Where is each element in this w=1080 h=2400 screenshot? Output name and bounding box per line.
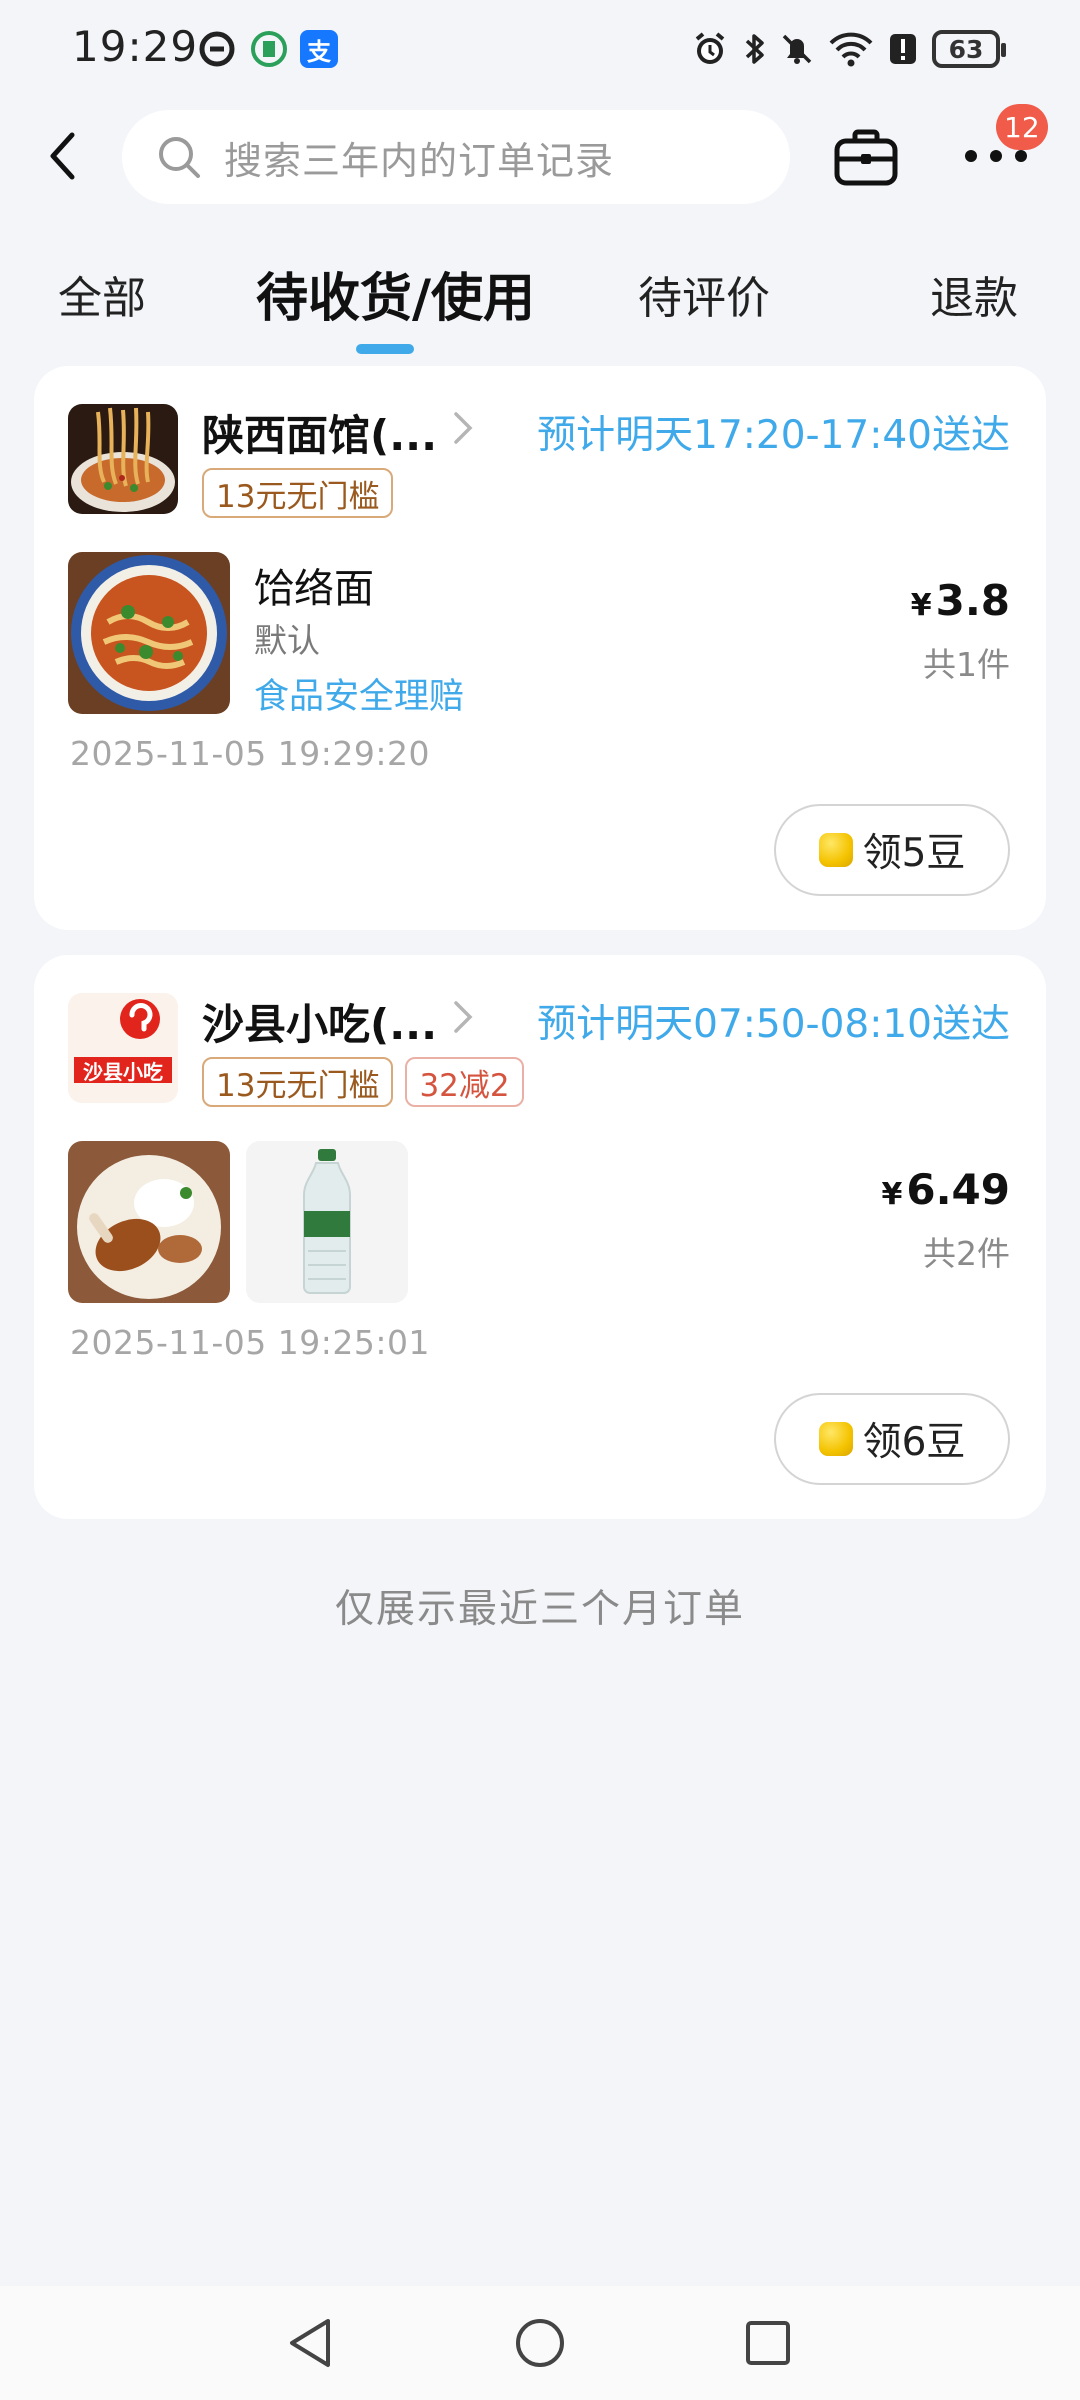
search-input[interactable]: 搜索三年内的订单记录 xyxy=(122,110,790,204)
bluetooth-icon xyxy=(738,28,772,70)
notification-badge: 12 xyxy=(996,104,1048,150)
triangle-back-icon xyxy=(290,2319,330,2367)
system-nav-bar xyxy=(0,2286,1080,2400)
wifi-icon xyxy=(826,28,876,70)
recent-orders-note: 仅展示最近三个月订单 xyxy=(334,1587,745,1632)
price-currency: ¥ xyxy=(910,588,932,623)
bean-icon xyxy=(818,1422,853,1456)
nav-back-button[interactable] xyxy=(275,2308,345,2378)
price-value: 6.49 xyxy=(906,1165,1010,1214)
item-image-noodles[interactable] xyxy=(68,552,230,714)
food-safety-claim-link[interactable]: 食品安全理赔 xyxy=(254,668,464,719)
coupon-tag: 13元无门槛 xyxy=(202,468,394,518)
c-app-icon xyxy=(198,30,236,68)
coupon-tags: 13元无门槛 32减2 xyxy=(202,1057,524,1107)
item-name: 饸络面 xyxy=(254,566,374,612)
claim-beans-label: 领6豆 xyxy=(862,1420,966,1465)
claim-beans-label: 领5豆 xyxy=(862,831,966,876)
shop-logo-text: 沙县小吃 xyxy=(83,1059,163,1084)
alert-icon xyxy=(886,28,920,70)
briefcase-icon xyxy=(834,129,898,186)
price-value: 3.8 xyxy=(935,576,1010,625)
square-recents-icon xyxy=(746,2321,790,2365)
search-icon xyxy=(159,137,200,178)
coupon-tag: 13元无门槛 xyxy=(202,1057,394,1107)
alipay-glyph: 支 xyxy=(307,37,331,66)
tab-active-indicator xyxy=(356,344,414,354)
order-price: ¥6.49 xyxy=(881,1165,1010,1214)
shop-name[interactable]: 陕西面馆(... xyxy=(202,402,437,463)
alarm-icon xyxy=(690,28,730,70)
item-count: 共1件 xyxy=(923,645,1010,684)
bean-icon xyxy=(818,833,853,867)
order-card[interactable]: 沙县小吃 沙县小吃(... 预计明天07:50-08:10送达 13元无门槛 3… xyxy=(34,955,1046,1519)
price-currency: ¥ xyxy=(881,1177,903,1212)
circle-home-icon xyxy=(516,2319,564,2367)
nav-home-button[interactable] xyxy=(505,2308,575,2378)
back-arrow-icon xyxy=(50,132,75,180)
green-app-icon xyxy=(250,30,288,68)
item-image-water-bottle[interactable] xyxy=(246,1141,408,1303)
status-bar: 19:29 支 63 xyxy=(0,0,1080,100)
tab-refund[interactable]: 退款 xyxy=(930,262,1018,326)
shop-logo-noodle[interactable] xyxy=(68,404,178,514)
status-time: 19:29 xyxy=(72,22,199,71)
search-placeholder: 搜索三年内的订单记录 xyxy=(224,138,615,183)
item-spec: 默认 xyxy=(254,621,320,660)
shop-name[interactable]: 沙县小吃(... xyxy=(202,991,437,1052)
tab-all[interactable]: 全部 xyxy=(58,262,146,326)
delivery-eta: 预计明天17:20-17:40送达 xyxy=(537,413,1010,458)
nav-recents-button[interactable] xyxy=(733,2308,803,2378)
toolbox-button[interactable] xyxy=(828,122,904,192)
chevron-right-icon[interactable] xyxy=(448,406,478,450)
item-image-drumstick-rice[interactable] xyxy=(68,1141,230,1303)
coupon-tags: 13元无门槛 xyxy=(202,468,394,518)
order-price: ¥3.8 xyxy=(911,576,1010,625)
order-time: 2025-11-05 19:25:01 xyxy=(70,1323,430,1362)
mute-bell-icon xyxy=(776,28,818,70)
order-time: 2025-11-05 19:29:20 xyxy=(70,734,430,773)
discount-tag: 32减2 xyxy=(405,1057,524,1107)
claim-beans-button[interactable]: 领5豆 xyxy=(774,804,1010,896)
tab-pending-receipt[interactable]: 待收货/使用 xyxy=(256,256,535,331)
battery-indicator: 63 xyxy=(932,30,1006,68)
item-count: 共2件 xyxy=(923,1234,1010,1273)
tab-pending-review[interactable]: 待评价 xyxy=(638,262,770,326)
claim-beans-button[interactable]: 领6豆 xyxy=(774,1393,1010,1485)
more-dots-icon xyxy=(965,150,1027,162)
delivery-eta: 预计明天07:50-08:10送达 xyxy=(537,1002,1010,1047)
chevron-right-icon[interactable] xyxy=(448,995,478,1039)
order-card[interactable]: 陕西面馆(... 预计明天17:20-17:40送达 13元无门槛 饸络面 默认… xyxy=(34,366,1046,930)
alipay-icon: 支 xyxy=(300,30,338,68)
back-button[interactable] xyxy=(36,126,88,186)
shop-logo-shaxian[interactable]: 沙县小吃 xyxy=(68,993,178,1103)
